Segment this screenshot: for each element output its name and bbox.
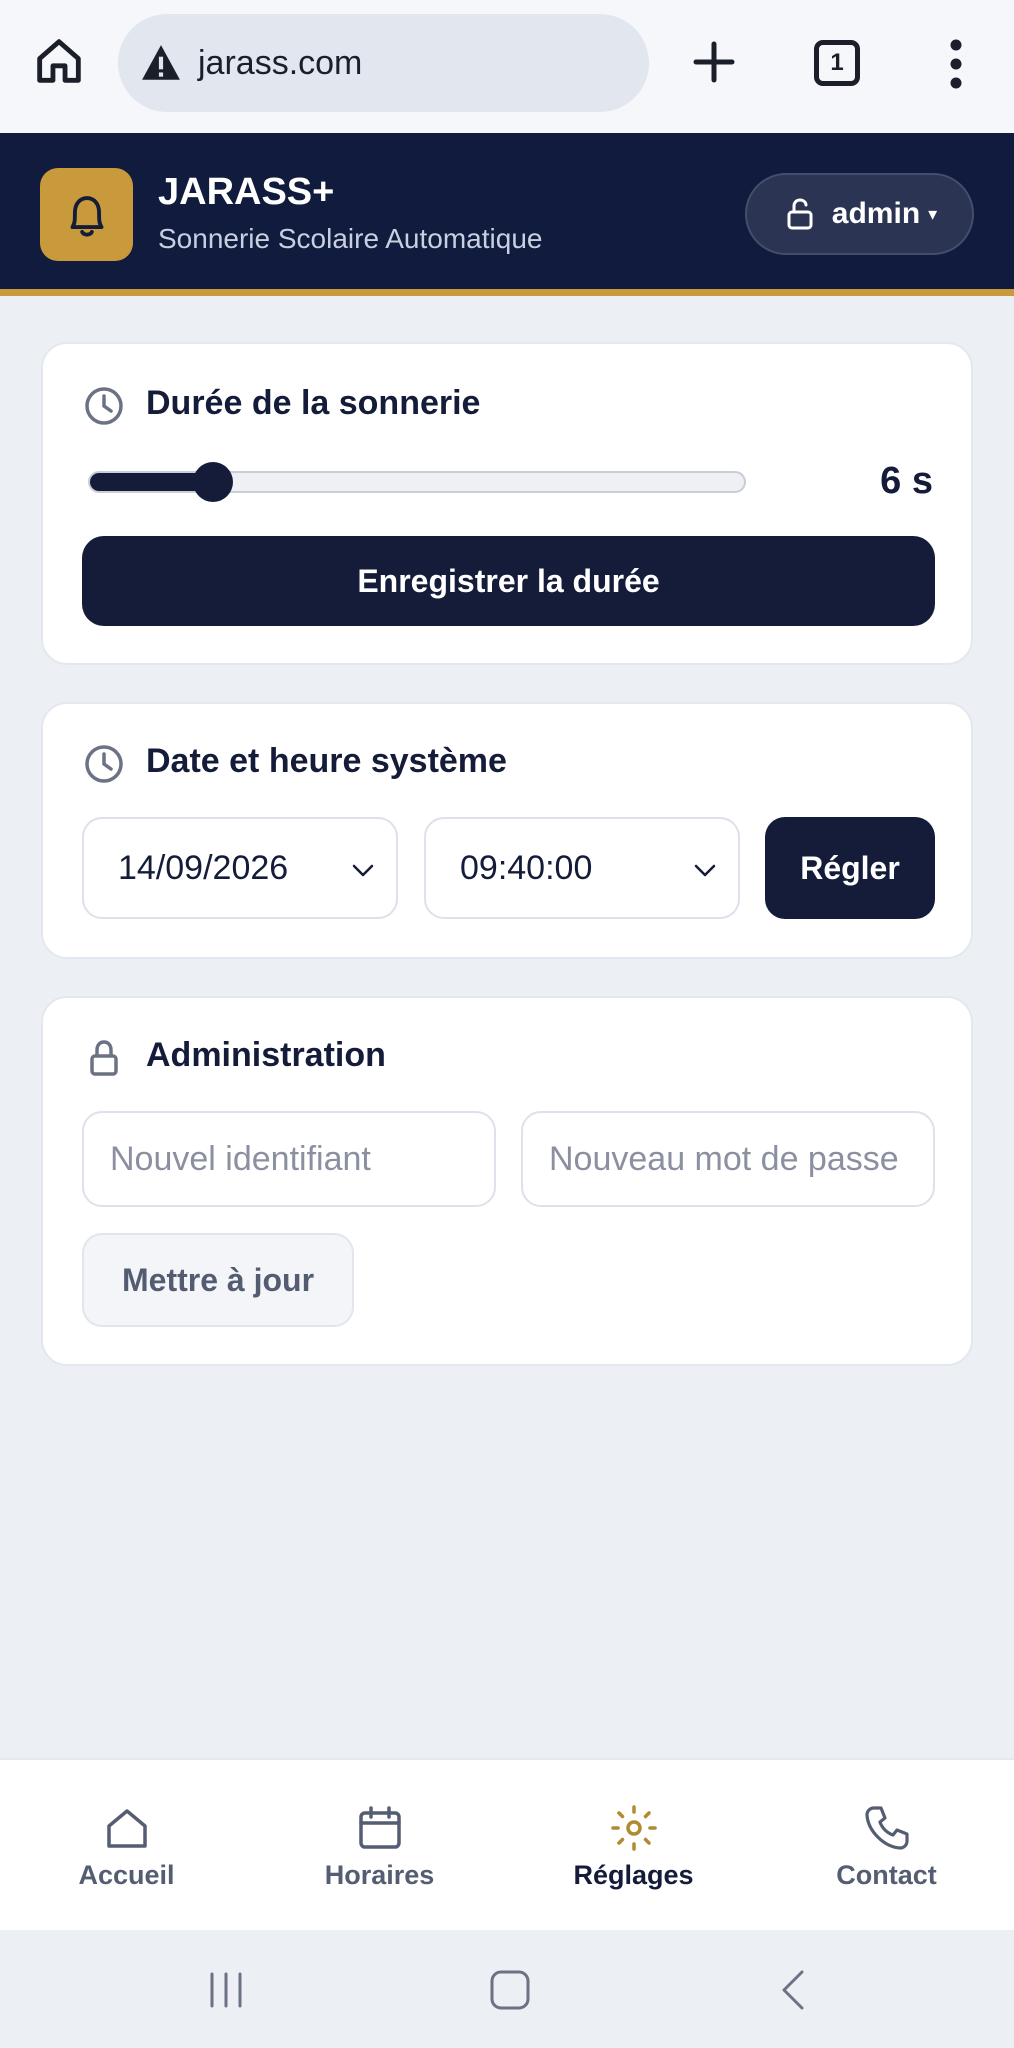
system-navigation-bar <box>0 1930 1014 2048</box>
duration-value: 6 s <box>880 460 933 502</box>
lock-icon <box>90 1040 118 1076</box>
warning-icon[interactable] <box>140 42 182 84</box>
admin-card: Administration Mettre à jour <box>41 996 973 1366</box>
calendar-icon <box>358 1805 401 1849</box>
datetime-card: Date et heure système 14/09/2026 09:40:0… <box>41 702 973 959</box>
admin-title: Administration <box>146 1036 386 1074</box>
bell-icon <box>70 195 103 237</box>
username-input[interactable] <box>82 1111 496 1207</box>
phone-icon <box>864 1805 909 1850</box>
chevron-down-icon <box>694 864 716 877</box>
nav-label-home: Accueil <box>78 1859 175 1890</box>
update-credentials-button[interactable]: Mettre à jour <box>82 1233 354 1327</box>
password-input[interactable] <box>521 1111 935 1207</box>
nav-item-schedule[interactable]: Horaires <box>253 1760 506 1932</box>
clock-icon <box>85 387 123 425</box>
nav-item-home[interactable]: Accueil <box>0 1760 253 1932</box>
chevron-down-icon: ▾ <box>928 203 938 224</box>
duration-title: Durée de la sonnerie <box>146 384 481 422</box>
slider-thumb[interactable] <box>193 462 234 502</box>
time-value: 09:40:00 <box>460 848 593 887</box>
browser-toolbar: jarass.com 1 <box>0 0 1014 133</box>
clock-icon <box>85 745 123 783</box>
user-menu-button[interactable]: admin ▾ <box>745 173 974 255</box>
chevron-down-icon <box>352 864 374 877</box>
app-title: JARASS+ <box>158 171 335 213</box>
home-button-icon[interactable] <box>488 1968 532 2012</box>
duration-slider[interactable] <box>88 471 746 493</box>
date-select[interactable]: 14/09/2026 <box>82 817 398 919</box>
save-duration-button[interactable]: Enregistrer la durée <box>82 536 935 626</box>
nav-label-contact: Contact <box>836 1859 937 1890</box>
datetime-title: Date et heure système <box>146 742 507 780</box>
back-icon[interactable] <box>774 1968 818 2012</box>
unlock-icon <box>787 198 813 230</box>
time-select[interactable]: 09:40:00 <box>424 817 740 919</box>
app-header: JARASS+ Sonnerie Scolaire Automatique ad… <box>0 133 1014 296</box>
tab-count: 1 <box>830 49 844 76</box>
set-datetime-button[interactable]: Régler <box>765 817 935 919</box>
nav-item-contact[interactable]: Contact <box>760 1760 1013 1932</box>
home-icon <box>106 1808 147 1848</box>
app-subtitle: Sonnerie Scolaire Automatique <box>158 223 543 254</box>
recent-apps-icon[interactable] <box>204 1968 248 2012</box>
address-bar[interactable]: jarass.com <box>118 14 649 112</box>
new-tab-icon[interactable] <box>690 38 738 86</box>
nav-label-schedule: Horaires <box>324 1859 435 1890</box>
nav-item-settings[interactable]: Réglages <box>507 1760 760 1932</box>
sun-settings-icon <box>610 1804 657 1851</box>
nav-label-settings: Réglages <box>573 1859 694 1890</box>
date-value: 14/09/2026 <box>118 848 289 887</box>
home-icon[interactable] <box>30 32 88 90</box>
more-menu-icon[interactable] <box>940 38 972 90</box>
url-text: jarass.com <box>198 43 363 82</box>
tab-switcher-button[interactable]: 1 <box>814 40 860 86</box>
user-name: admin <box>831 197 921 230</box>
app-logo <box>40 168 133 261</box>
duration-card: Durée de la sonnerie 6 s Enregistrer la … <box>41 342 973 665</box>
bottom-navigation: Accueil Horaires Réglages Contact <box>0 1758 1014 1930</box>
